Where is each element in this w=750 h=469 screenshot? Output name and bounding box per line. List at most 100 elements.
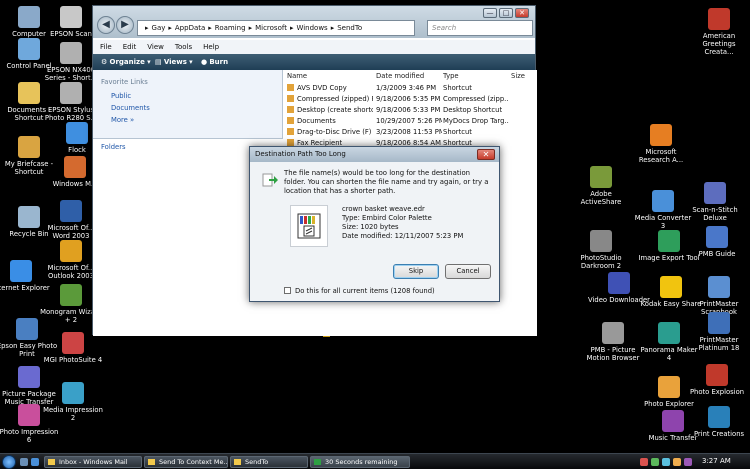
monogram-icon xyxy=(60,284,82,306)
file-date-cell: 9/18/2006 5:35 PM xyxy=(376,95,441,103)
desktop-icon-label: MGI PhotoSuite 4 xyxy=(43,356,103,364)
burn-button[interactable]: ● Burn xyxy=(201,58,228,66)
photo-explosion-icon xyxy=(706,364,728,386)
favorite-link-public[interactable]: Public xyxy=(111,92,131,100)
desktop-icon[interactable]: PrintMaster Scrapbook xyxy=(688,276,750,316)
menu-item[interactable]: Tools xyxy=(168,40,196,51)
desktop-icon[interactable]: MGI PhotoSuite 4 xyxy=(42,332,104,364)
menu-item[interactable]: Edit xyxy=(116,40,141,51)
show-desktop-icon[interactable] xyxy=(20,458,28,466)
tray-icon[interactable] xyxy=(673,458,681,466)
forward-button[interactable]: ▶ xyxy=(116,16,134,34)
file-row[interactable]: Desktop (create shortc... 9/18/2006 5:33 … xyxy=(283,106,537,116)
breadcrumb-separator: ▸ xyxy=(248,24,253,32)
media-converter-icon xyxy=(652,190,674,212)
breadcrumb-item[interactable]: Gay xyxy=(152,24,166,32)
more-link[interactable]: More » xyxy=(111,116,134,124)
search-input[interactable]: Search xyxy=(427,20,533,36)
taskbar-button-inbox[interactable]: Inbox - Windows Mail xyxy=(44,456,142,468)
menu-item[interactable]: File xyxy=(93,40,116,51)
tray-icon[interactable] xyxy=(651,458,659,466)
favorite-link-documents[interactable]: Documents xyxy=(111,104,150,112)
apply-all-checkbox[interactable]: Do this for all current items (1208 foun… xyxy=(284,287,435,295)
skip-button[interactable]: Skip xyxy=(393,264,439,279)
scrapbook-icon xyxy=(708,276,730,298)
menu-item[interactable]: View xyxy=(140,40,168,51)
darkroom-icon xyxy=(590,230,612,252)
desktop-icon[interactable]: PMB - Picture Motion Browser xyxy=(582,322,644,362)
file-type-cell: Shortcut xyxy=(443,84,472,92)
shortcut-icon xyxy=(287,84,294,91)
maximize-button[interactable]: □ xyxy=(499,8,513,18)
file-name-text: Drag-to-Disc Drive (F) xyxy=(297,128,372,136)
file-row[interactable]: Documents 10/29/2007 5:26 PM MyDocs Drop T… xyxy=(283,117,537,127)
image-export-icon xyxy=(658,230,680,252)
clock[interactable]: 3:27 AM xyxy=(702,457,731,465)
breadcrumb-separator: ▸ xyxy=(330,24,335,32)
breadcrumb-item[interactable]: Microsoft xyxy=(255,24,287,32)
desktop-icon[interactable]: PMB Guide xyxy=(686,226,748,258)
desktop-icon-label: Microsoft Research A... xyxy=(638,148,684,164)
tray-icon[interactable] xyxy=(662,458,670,466)
taskbar-button-copy-progress[interactable]: 30 Seconds remaining xyxy=(310,456,410,468)
breadcrumb-item[interactable]: SendTo xyxy=(337,24,362,32)
volume-icon[interactable] xyxy=(684,458,692,466)
desktop-icon-label: Print Creations xyxy=(693,430,745,438)
file-name-cell: AVS DVD Copy xyxy=(287,84,373,92)
panorama-icon xyxy=(658,322,680,344)
views-button[interactable]: ▤ Views ▾ xyxy=(155,58,193,66)
desktop-icon-label: PrintMaster Platinum 18 xyxy=(698,336,740,352)
desktop-icon[interactable]: Scan-n-Stitch Deluxe xyxy=(684,182,746,222)
desktop-icon[interactable]: Adobe ActiveShare xyxy=(570,166,632,206)
close-button[interactable]: ✕ xyxy=(515,8,529,18)
desktop-icon-label: Photo Explosion xyxy=(689,388,745,396)
quicklaunch-icon[interactable] xyxy=(31,458,39,466)
desktop-icon-label: Photo Impression 6 xyxy=(0,428,59,444)
recycle-bin-icon xyxy=(18,206,40,228)
file-row[interactable]: AVS DVD Copy 1/3/2009 3:46 PM Shortcut xyxy=(283,84,537,94)
dialog-message: The file name(s) would be too long for t… xyxy=(284,169,489,195)
file-type: Type: Embird Color Palette xyxy=(342,214,432,222)
start-button[interactable] xyxy=(2,455,16,469)
file-name-text: Desktop (create shortc... xyxy=(297,106,373,114)
desktop-icon-label: PhotoStudio Darkroom 2 xyxy=(580,254,622,270)
taskbar-button-sendto[interactable]: SendTo xyxy=(230,456,308,468)
breadcrumb-item[interactable]: Windows xyxy=(296,24,327,32)
breadcrumb-item[interactable]: Roaming xyxy=(215,24,246,32)
column-name[interactable]: Name xyxy=(287,72,307,80)
desktop-icon[interactable]: Photo Explosion xyxy=(686,364,748,396)
cancel-button[interactable]: Cancel xyxy=(445,264,491,279)
desktop-icon[interactable]: Photo Impression 6 xyxy=(0,404,60,444)
print-creations-icon xyxy=(708,406,730,428)
checkbox-label: Do this for all current items (1208 foun… xyxy=(295,287,435,295)
menu-item[interactable]: Help xyxy=(196,40,223,51)
column-size[interactable]: Size xyxy=(511,72,525,80)
file-row[interactable]: Compressed (zipped) F... 9/18/2006 5:35 P… xyxy=(283,95,537,105)
breadcrumb-item[interactable]: AppData xyxy=(175,24,205,32)
explorer-titlebar[interactable]: ◀ ▶ ▸ Gay ▸ AppData ▸ Roaming ▸ Microsoft ▸ Windo… xyxy=(93,6,535,38)
back-button[interactable]: ◀ xyxy=(97,16,115,34)
taskbar-button-sendto-context[interactable]: Send To Context Me... xyxy=(144,456,228,468)
desktop-icon[interactable]: Microsoft Research A... xyxy=(630,124,692,164)
column-date-modified[interactable]: Date modified xyxy=(376,72,424,80)
column-type[interactable]: Type xyxy=(443,72,459,80)
dialog-close-button[interactable]: ✕ xyxy=(477,149,495,160)
folders-label[interactable]: Folders xyxy=(101,143,126,151)
desktop-icon[interactable]: Panorama Maker 4 xyxy=(638,322,700,362)
desktop-icon-label: PMB - Picture Motion Browser xyxy=(586,346,640,362)
desktop-icon[interactable]: American Greetings Creata... xyxy=(688,8,750,56)
checkbox-box[interactable] xyxy=(284,287,291,294)
command-bar: ⚙ Organize ▾ ▤ Views ▾ ● Burn xyxy=(93,54,535,70)
minimize-button[interactable]: — xyxy=(483,8,497,18)
file-row[interactable]: Drag-to-Disc Drive (F) 3/23/2008 11:53 PM… xyxy=(283,128,537,138)
word-icon xyxy=(60,200,82,222)
desktop-icon-label: EPSON Stylus Photo R280 S... xyxy=(44,106,98,122)
tray-icon[interactable] xyxy=(640,458,648,466)
address-bar[interactable]: ▸ Gay ▸ AppData ▸ Roaming ▸ Microsoft ▸ Windows ▸ S… xyxy=(137,20,415,36)
desktop-icon[interactable]: PhotoStudio Darkroom 2 xyxy=(570,230,632,270)
documents-icon xyxy=(18,82,40,104)
file-name-text: AVS DVD Copy xyxy=(297,84,347,92)
photo-explorer-icon xyxy=(658,376,680,398)
desktop-icon[interactable]: Print Creations xyxy=(688,406,750,438)
organize-button[interactable]: ⚙ Organize ▾ xyxy=(101,58,151,66)
